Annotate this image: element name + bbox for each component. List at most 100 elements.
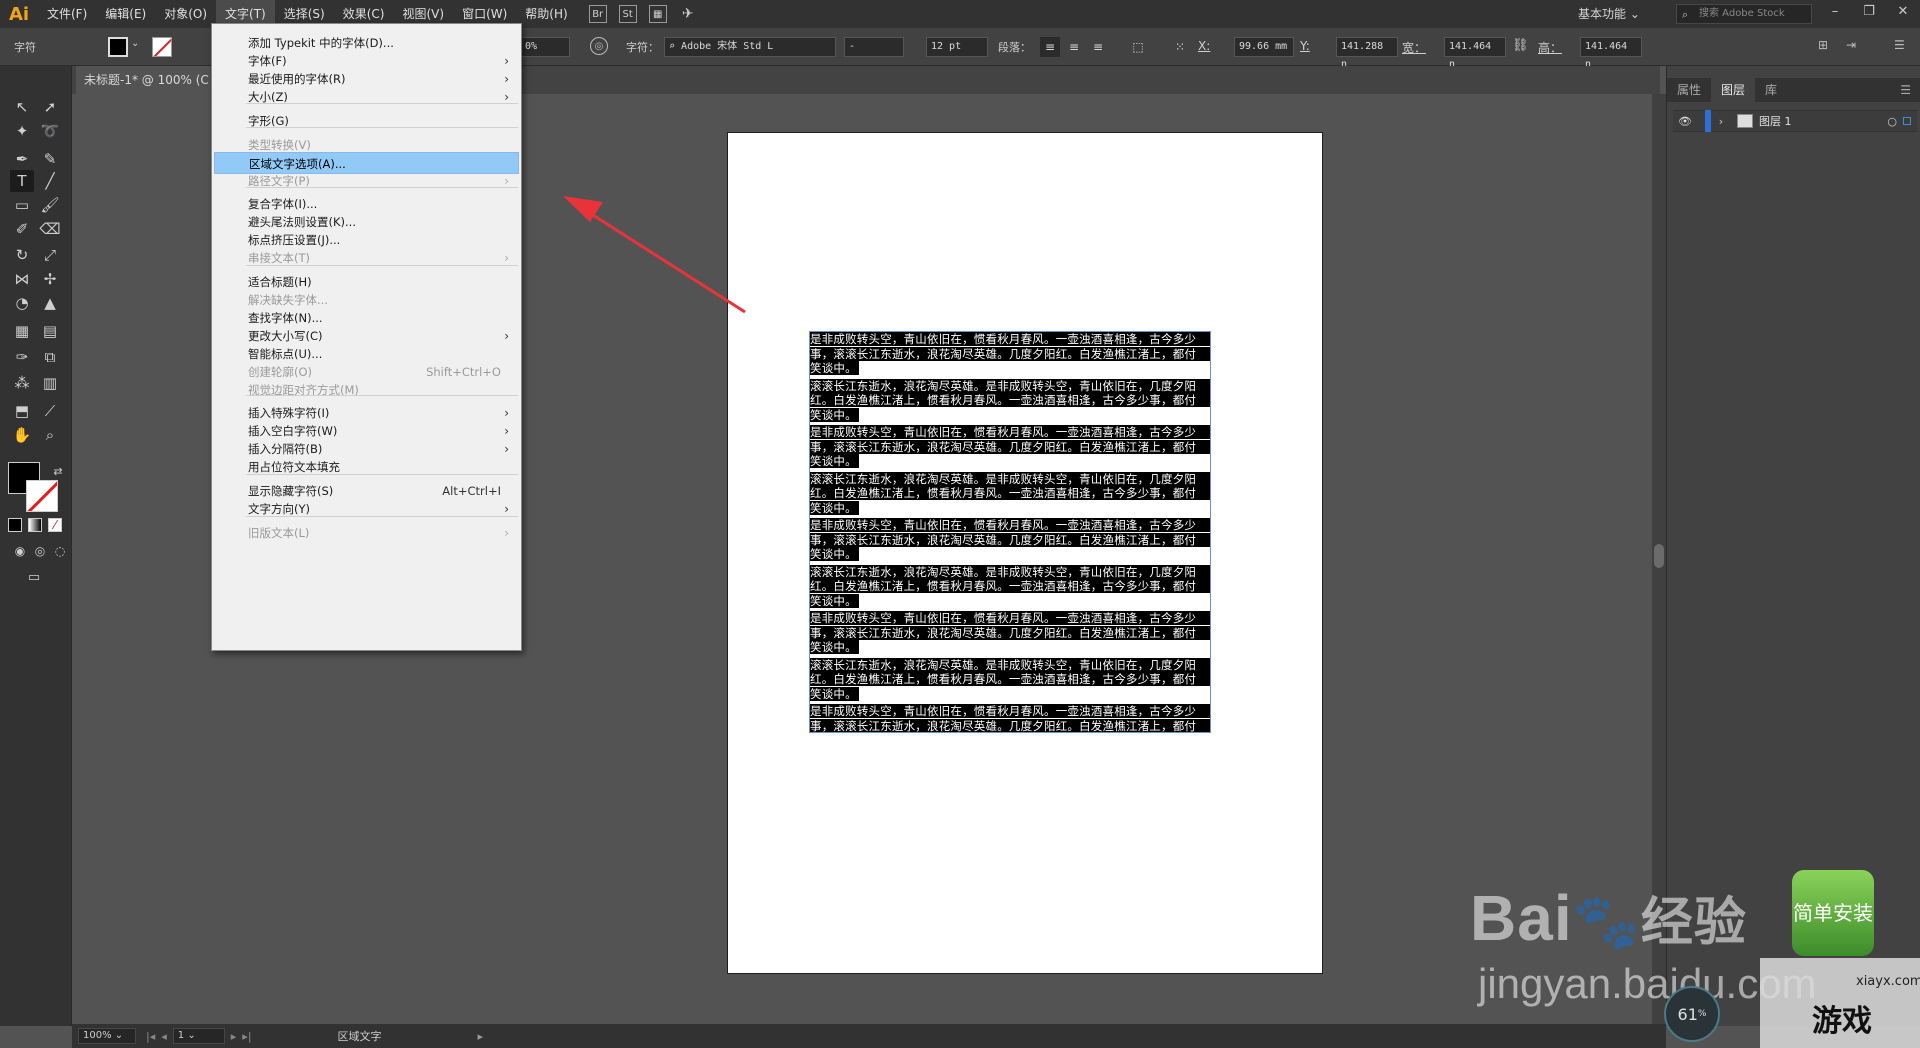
transform-icon[interactable]: ⊞	[1818, 38, 1828, 52]
direct-selection-tool-icon[interactable]: ➚	[38, 96, 62, 118]
first-artboard-icon[interactable]: |◂	[146, 1030, 155, 1043]
eraser-tool-icon[interactable]: ⌫	[38, 218, 62, 240]
chevron-right-icon[interactable]: ›	[1711, 115, 1731, 128]
align-object-icon[interactable]: ⬚	[1126, 37, 1150, 57]
zoom-field[interactable]: 100% ⌄	[78, 1028, 136, 1044]
text-line[interactable]: 事，滚滚长江东逝水，浪花淘尽英雄。几度夕阳红。白发渔樵江渚上，都付	[810, 346, 1210, 361]
menu-edit[interactable]: 编辑(E)	[96, 0, 155, 28]
graph-tool-icon[interactable]: ▥	[38, 372, 62, 394]
width-field[interactable]: 141.464 n	[1444, 37, 1506, 70]
align-right-icon[interactable]: ≡	[1088, 37, 1108, 57]
area-text-frame[interactable]: 是非成败转头空，青山依旧在，惯看秋月春风。一壶浊酒喜相逢，古今多少 事，滚滚长江东…	[809, 331, 1211, 733]
eyedropper-tool-icon[interactable]: ✑	[10, 346, 34, 368]
symbol-sprayer-tool-icon[interactable]: ⁂	[10, 372, 34, 394]
workspace-switcher[interactable]: 基本功能 ⌄	[1578, 0, 1640, 28]
stock-search-input[interactable]: ⌕ 搜索 Adobe Stock	[1676, 4, 1812, 24]
stroke-color-box[interactable]	[26, 480, 58, 512]
draw-inside-icon[interactable]: ◌	[48, 540, 72, 562]
tab-libraries[interactable]: 库	[1755, 78, 1787, 102]
vertical-scrollbar[interactable]	[1652, 94, 1666, 1024]
text-line[interactable]: 红。白发渔樵江渚上，惯看秋月春风。一壶浊酒喜相逢，古今多少事，都付	[810, 579, 1210, 593]
gradient-mode-icon[interactable]	[28, 518, 42, 532]
text-line[interactable]: 笑谈中。	[810, 686, 859, 701]
menu-item[interactable]: 大小(Z) ›	[214, 86, 519, 108]
text-line[interactable]: 事，滚滚长江东逝水，浪花淘尽英雄。几度夕阳红。白发渔樵江渚上，都付	[810, 625, 1210, 640]
opacity-field[interactable]: 0%	[520, 37, 570, 57]
text-line[interactable]: 红。白发渔樵江渚上，惯看秋月春风。一壶浊酒喜相逢，古今多少事，都付	[810, 393, 1210, 407]
text-line[interactable]: 事，滚滚长江东逝水，浪花淘尽英雄。几度夕阳红。白发渔樵江渚上，都付	[810, 532, 1210, 547]
rectangle-tool-icon[interactable]: ▭	[10, 194, 34, 216]
width-tool-icon[interactable]: ⋈	[10, 268, 34, 290]
screen-mode-icon[interactable]: ▭	[22, 566, 46, 588]
scrollbar-thumb[interactable]	[1654, 544, 1664, 568]
text-line[interactable]: 笑谈中。	[810, 547, 859, 561]
close-button[interactable]: ✕	[1886, 0, 1920, 22]
menu-help[interactable]: 帮助(H)	[516, 0, 576, 28]
paintbrush-tool-icon[interactable]: 🖌	[38, 194, 62, 216]
text-line[interactable]: 是非成败转头空，青山依旧在，惯看秋月春风。一壶浊酒喜相逢，古今多少	[810, 611, 1210, 625]
font-family-field[interactable]: ⌕ Adobe 宋体 Std L	[664, 37, 836, 57]
layer-row[interactable]: 👁 › 图层 1 ○	[1673, 110, 1917, 132]
text-line[interactable]: 笑谈中。	[810, 500, 859, 515]
menu-item[interactable]: 字形(G)	[214, 110, 519, 132]
menu-object[interactable]: 对象(O)	[155, 0, 216, 28]
text-line[interactable]: 笑谈中。	[810, 407, 859, 422]
status-menu-icon[interactable]: ▸	[478, 1030, 484, 1043]
text-line[interactable]: 滚滚长江东逝水，浪花淘尽英雄。是非成败转头空，青山依旧在，几度夕阳	[810, 378, 1210, 393]
text-line[interactable]: 滚滚长江东逝水，浪花淘尽英雄。是非成败转头空，青山依旧在，几度夕阳	[810, 564, 1210, 579]
next-artboard-icon[interactable]: ▸	[231, 1030, 237, 1043]
text-line[interactable]: 是非成败转头空，青山依旧在，惯看秋月春风。一壶浊酒喜相逢，古今多少	[810, 425, 1210, 439]
text-line[interactable]: 是非成败转头空，青山依旧在，惯看秋月春风。一壶浊酒喜相逢，古今多少	[810, 518, 1210, 532]
text-line[interactable]: 是非成败转头空，青山依旧在，惯看秋月春风。一壶浊酒喜相逢，古今多少	[810, 704, 1210, 718]
lasso-tool-icon[interactable]: ➰	[38, 120, 62, 142]
link-proportions-icon[interactable]: ⛓	[1512, 38, 1529, 53]
align-left-icon[interactable]: ≡	[1040, 37, 1060, 57]
tab-layers[interactable]: 图层	[1711, 78, 1756, 102]
pen-tool-icon[interactable]: ✒	[10, 148, 34, 170]
panel-menu-icon[interactable]: ☰	[1894, 38, 1905, 52]
puppet-warp-tool-icon[interactable]: ✢	[38, 268, 62, 290]
eye-icon[interactable]: 👁	[1673, 115, 1697, 128]
menu-file[interactable]: 文件(F)	[38, 0, 96, 28]
text-line[interactable]: 滚滚长江东逝水，浪花淘尽英雄。是非成败转头空，青山依旧在，几度夕阳	[810, 657, 1210, 672]
align-center-icon[interactable]: ≡	[1064, 37, 1084, 57]
shaper-tool-icon[interactable]: ✐	[10, 218, 34, 240]
panel-menu-icon[interactable]: ☰	[1890, 78, 1920, 102]
para-label[interactable]: 段落：	[998, 39, 1031, 55]
line-tool-icon[interactable]: ╱	[38, 170, 62, 192]
font-style-field[interactable]: -	[844, 37, 904, 57]
text-line[interactable]: 是非成败转头空，青山依旧在，惯看秋月春风。一壶浊酒喜相逢，古今多少	[810, 332, 1210, 346]
recolor-icon[interactable]: ◎	[590, 37, 608, 55]
last-artboard-icon[interactable]: ▸|	[242, 1030, 251, 1043]
y-field[interactable]: 141.288 n	[1336, 37, 1398, 70]
layer-name[interactable]: 图层 1	[1759, 113, 1792, 129]
x-field[interactable]: 99.66 mm	[1234, 37, 1294, 57]
artboard-number-field[interactable]: 1 ⌄	[172, 1028, 225, 1044]
minimize-button[interactable]: –	[1818, 0, 1852, 22]
text-line[interactable]: 笑谈中。	[810, 454, 859, 468]
fill-swatch[interactable]	[108, 37, 128, 57]
target-icon[interactable]: ○	[1887, 115, 1897, 128]
text-line[interactable]: 红。白发渔樵江渚上，惯看秋月春风。一壶浊酒喜相逢，古今多少事，都付	[810, 486, 1210, 500]
mesh-tool-icon[interactable]: ▦	[10, 320, 34, 342]
shape-builder-tool-icon[interactable]: ◔	[10, 292, 34, 314]
gradient-tool-icon[interactable]: ▤	[38, 320, 62, 342]
blend-tool-icon[interactable]: ⧉	[38, 346, 62, 368]
type-tool-icon[interactable]: T	[10, 170, 34, 192]
tab-properties[interactable]: 属性	[1667, 78, 1711, 102]
stroke-swatch[interactable]	[152, 37, 172, 57]
stock-icon[interactable]: St	[618, 5, 637, 23]
reference-point-icon[interactable]: ⁙	[1170, 37, 1190, 57]
curvature-tool-icon[interactable]: ✎	[38, 148, 62, 170]
text-line[interactable]: 笑谈中。	[810, 361, 859, 375]
none-mode-icon[interactable]: ⁄	[48, 518, 62, 532]
color-mode-icon[interactable]	[8, 518, 22, 532]
text-line[interactable]: 笑谈中。	[810, 593, 859, 608]
font-size-field[interactable]: 12 pt	[926, 37, 988, 57]
gpu-performance-icon[interactable]: ✈	[679, 5, 697, 23]
rotate-tool-icon[interactable]: ↻	[10, 244, 34, 266]
text-line[interactable]: 笑谈中。	[810, 640, 859, 654]
selection-tool-icon[interactable]: ↖	[10, 96, 34, 118]
text-line[interactable]: 滚滚长江东逝水，浪花淘尽英雄。是非成败转头空，青山依旧在，几度夕阳	[810, 471, 1210, 486]
perspective-grid-tool-icon[interactable]: ▲	[38, 292, 62, 314]
